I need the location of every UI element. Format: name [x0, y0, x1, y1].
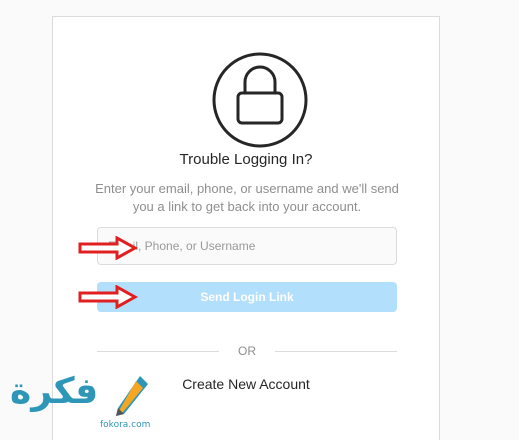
watermark-logo-text: فكرة — [10, 371, 99, 412]
divider-or-text: OR — [238, 344, 256, 358]
page: Trouble Logging In? Enter your email, ph… — [0, 0, 519, 440]
identifier-field[interactable] — [97, 227, 397, 265]
watermark-domain: fokora.com — [100, 420, 151, 430]
instructions-text: Enter your email, phone, or username and… — [95, 181, 399, 214]
divider-line-right — [275, 351, 397, 352]
arrow-right-icon — [77, 235, 139, 265]
arrow-right-icon — [77, 284, 139, 314]
send-login-link-button[interactable]: Send Login Link — [97, 282, 397, 312]
watermark-logo: فكرة fokora.com — [4, 370, 154, 440]
page-title: Trouble Logging In? — [179, 151, 313, 168]
identifier-input[interactable] — [98, 228, 396, 264]
divider-line-left — [97, 351, 219, 352]
lock-icon — [200, 40, 320, 160]
